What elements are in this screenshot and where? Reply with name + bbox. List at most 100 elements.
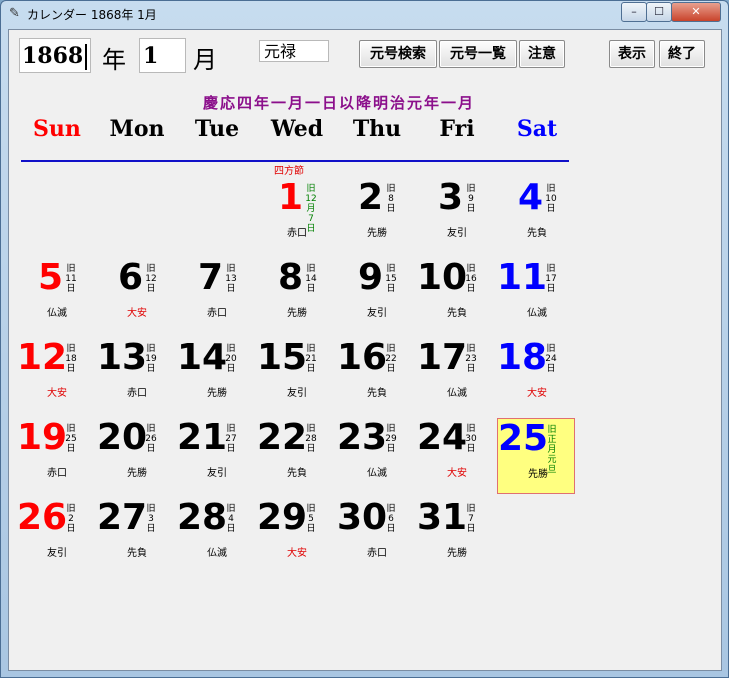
notes-button[interactable]: 注意 (519, 40, 565, 68)
day-cell[interactable]: 24 旧30日 大安 (417, 418, 495, 494)
rokuyo-label: 先勝 (528, 469, 548, 480)
day-cell[interactable]: 16 旧22日 先負 (337, 338, 415, 414)
rokuyo-label: 大安 (287, 548, 307, 559)
day-cell[interactable]: 27 旧3日 先負 (97, 498, 175, 574)
lunar-date: 旧6日 (386, 504, 396, 534)
lunar-date: 旧21日 (305, 344, 317, 374)
day-cell[interactable]: 四方節 1 旧12月7日 赤口 (257, 166, 335, 254)
day-cell[interactable]: 22 旧28日 先負 (257, 418, 335, 494)
weekday-tue: Tue (194, 116, 240, 142)
day-number: 14 (177, 337, 228, 378)
rokuyo-label: 先勝 (447, 548, 467, 559)
lunar-date: 旧7日 (466, 504, 476, 534)
day-number: 7 (197, 257, 223, 298)
rokuyo-label: 先勝 (287, 308, 307, 319)
lunar-date: 旧14日 (305, 264, 317, 294)
day-number: 2 (357, 177, 383, 218)
rokuyo-label: 友引 (47, 548, 67, 559)
day-number: 1 (277, 177, 303, 218)
lunar-date: 旧30日 (465, 424, 477, 454)
day-cell[interactable]: 8 旧14日 先勝 (257, 258, 335, 334)
title-bar[interactable]: ✎ カレンダー 1868年 1月 – ☐ ✕ (1, 1, 728, 27)
day-cell[interactable]: 19 旧25日 赤口 (17, 418, 95, 494)
rokuyo-label: 赤口 (287, 228, 307, 239)
day-cell[interactable]: 13 旧19日 赤口 (97, 338, 175, 414)
lunar-date: 旧26日 (145, 424, 157, 454)
lunar-date: 旧8日 (386, 184, 396, 214)
rokuyo-label: 先勝 (207, 388, 227, 399)
day-cell[interactable]: 5 旧11日 仏滅 (17, 258, 95, 334)
day-cell[interactable]: 4 旧10日 先負 (497, 178, 575, 254)
day-cell[interactable]: 29 旧5日 大安 (257, 498, 335, 574)
day-cell[interactable]: 9 旧15日 友引 (337, 258, 415, 334)
rokuyo-label: 先負 (287, 468, 307, 479)
year-input[interactable]: 1868 (19, 38, 91, 73)
weekday-sun: Sun (33, 116, 81, 142)
day-cell[interactable]: 14 旧20日先勝 (177, 338, 255, 414)
rokuyo-label: 仏滅 (47, 308, 67, 319)
lunar-date: 旧28日 (305, 424, 317, 454)
text-caret (85, 44, 88, 70)
day-cell[interactable]: 26 旧2日友引 (17, 498, 95, 574)
day-cell[interactable]: 2 旧8日 先勝 (337, 178, 415, 254)
rokuyo-label: 友引 (287, 388, 307, 399)
quit-button[interactable]: 終了 (659, 40, 705, 68)
weekday-mon: Mon (109, 116, 165, 142)
day-cell[interactable]: 23 旧29日 仏滅 (337, 418, 415, 494)
rokuyo-label: 友引 (447, 228, 467, 239)
maximize-button[interactable]: ☐ (646, 2, 672, 22)
day-cell[interactable]: 11 旧17日 仏滅 (497, 258, 575, 334)
day-cell-today[interactable]: 25 旧正月元旦 先勝 (497, 418, 575, 494)
day-number: 27 (97, 497, 148, 538)
lunar-date: 旧3日 (146, 504, 156, 534)
day-cell[interactable]: 17 旧23日 仏滅 (417, 338, 495, 414)
day-number: 21 (177, 417, 228, 458)
day-cell[interactable]: 20 旧26日先勝 (97, 418, 175, 494)
day-cell[interactable]: 30 旧6日 赤口 (337, 498, 415, 574)
lunar-date: 旧25日 (65, 424, 77, 454)
day-number: 16 (337, 337, 388, 378)
day-cell[interactable]: 3 旧9日 友引 (417, 178, 495, 254)
day-cell[interactable]: 18 旧24日 大安 (497, 338, 575, 414)
day-number: 11 (497, 257, 548, 298)
day-number: 30 (337, 497, 388, 538)
day-cell[interactable]: 10 旧16日 先負 (417, 258, 495, 334)
holiday-note: 四方節 (274, 166, 304, 177)
lunar-date: 旧18日 (65, 344, 77, 374)
day-cell[interactable]: 12 旧18日 大安 (17, 338, 95, 414)
show-button[interactable]: 表示 (609, 40, 655, 68)
lunar-date: 旧19日 (145, 344, 157, 374)
lunar-date: 旧2日 (66, 504, 76, 534)
rokuyo-label: 先勝 (127, 468, 147, 479)
day-number: 18 (497, 337, 548, 378)
lunar-date: 旧13日 (225, 264, 237, 294)
lunar-date: 旧20日 (225, 344, 237, 374)
day-cell[interactable]: 28 旧4日 仏滅 (177, 498, 255, 574)
month-input[interactable]: 1 (139, 38, 186, 73)
day-cell[interactable]: 15 旧21日 友引 (257, 338, 335, 414)
day-number: 24 (417, 417, 468, 458)
year-input-value: 1868 (22, 43, 84, 69)
era-list-button[interactable]: 元号一覧 (439, 40, 517, 68)
rokuyo-label: 先負 (367, 388, 387, 399)
day-cell[interactable]: 31 旧7日先勝 (417, 498, 495, 574)
rokuyo-label: 大安 (47, 388, 67, 399)
day-cell[interactable]: 21 旧27日 友引 (177, 418, 255, 494)
day-number: 20 (97, 417, 148, 458)
close-button[interactable]: ✕ (671, 2, 721, 22)
day-number: 10 (417, 257, 468, 298)
day-cell[interactable]: 6 旧12日 大安 (97, 258, 175, 334)
minimize-button[interactable]: – (621, 2, 647, 22)
weekday-thu: Thu (352, 116, 402, 142)
day-cell[interactable]: 7 旧13日 赤口 (177, 258, 255, 334)
rokuyo-label: 友引 (367, 308, 387, 319)
day-number: 4 (517, 177, 543, 218)
day-number: 26 (17, 497, 68, 538)
era-search-button[interactable]: 元号検索 (359, 40, 437, 68)
era-input[interactable]: 元禄 (259, 40, 329, 62)
year-unit-label: 年 (102, 46, 126, 74)
day-number: 9 (357, 257, 383, 298)
day-number: 31 (417, 497, 468, 538)
calendar-client-area: 1868 年 1 月 元禄 元号検索 元号一覧 注意 表示 終了 慶応四年一月一… (8, 29, 722, 671)
lunar-date: 旧29日 (385, 424, 397, 454)
